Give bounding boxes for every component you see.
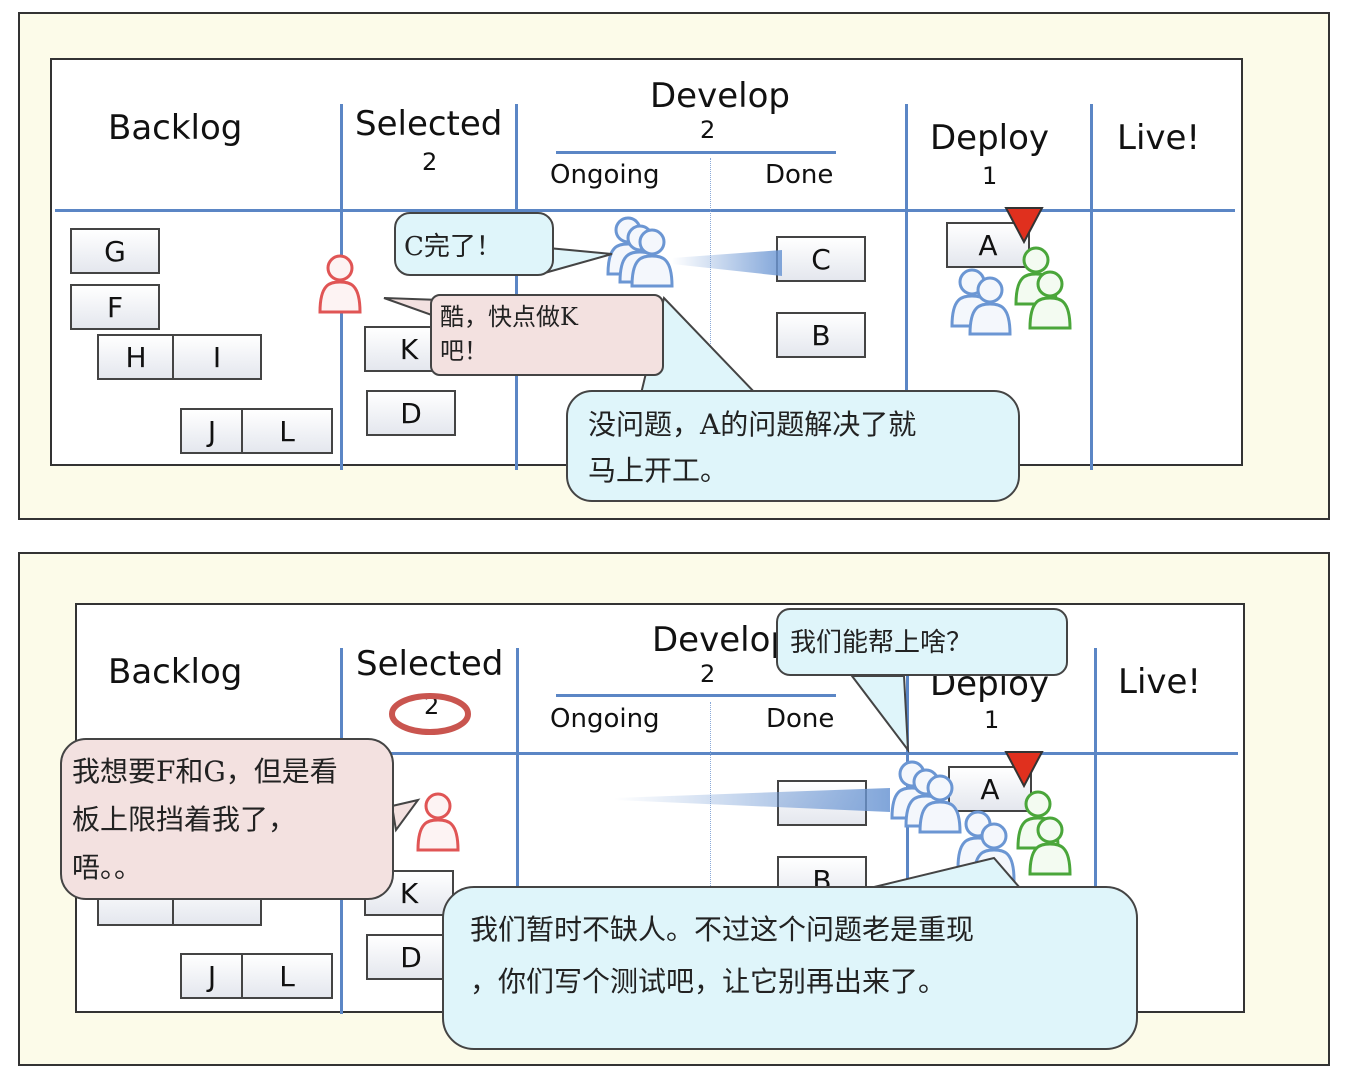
wip-limit-selected: 2: [422, 148, 438, 176]
speech-bubble-c-done: C完了！: [394, 212, 554, 276]
col-sub-done: Done: [766, 704, 835, 734]
board-1-header-divider: [55, 209, 1235, 212]
wip-limit-deploy: 1: [982, 162, 998, 190]
speech-bubble-no-problem: 没问题，A的问题解决了就 马上开工。: [566, 390, 1020, 502]
col-title-backlog: Backlog: [108, 652, 243, 692]
develop-underline: [556, 151, 836, 154]
col-title-live: Live!: [1118, 662, 1202, 702]
col-sub-ongoing: Ongoing: [550, 160, 660, 190]
card-l[interactable]: L: [241, 408, 333, 454]
card-a[interactable]: A: [948, 766, 1032, 812]
wip-limit-selected: 2: [424, 692, 440, 720]
card-l[interactable]: L: [241, 953, 333, 999]
col-sub-done: Done: [765, 160, 834, 190]
speech-bubble-do-k: 酷，快点做K 吧！: [430, 294, 664, 376]
card-h[interactable]: H: [97, 334, 175, 380]
col-title-live: Live!: [1117, 118, 1201, 158]
wip-limit-deploy: 1: [984, 706, 1000, 734]
col-divider: [1090, 104, 1093, 470]
card-d[interactable]: D: [366, 390, 456, 436]
col-title-deploy: Deploy: [930, 118, 1050, 158]
card-f[interactable]: F: [70, 284, 160, 330]
col-title-selected: Selected: [356, 644, 504, 684]
card-g[interactable]: G: [70, 228, 160, 274]
col-title-develop: Develop: [652, 620, 792, 660]
col-title-selected: Selected: [355, 104, 503, 144]
col-divider: [340, 104, 343, 470]
col-title-develop: Develop: [650, 76, 790, 116]
card-c[interactable]: C: [776, 236, 866, 282]
card-j[interactable]: J: [180, 408, 244, 454]
col-divider: [515, 104, 518, 470]
develop-underline: [556, 694, 836, 697]
card-b[interactable]: B: [776, 312, 866, 358]
card-c-partial[interactable]: [777, 780, 867, 826]
col-title-backlog: Backlog: [108, 108, 243, 148]
card-a[interactable]: A: [946, 222, 1030, 268]
card-i[interactable]: I: [172, 334, 262, 380]
speech-bubble-write-test: 我们暂时不缺人。不过这个问题老是重现 ，你们写个测试吧，让它别再出来了。: [442, 886, 1138, 1050]
col-sub-ongoing: Ongoing: [550, 704, 660, 734]
wip-limit-develop: 2: [700, 116, 716, 144]
speech-bubble-help: 我们能帮上啥？: [776, 608, 1068, 676]
speech-bubble-want-fg: 我想要F和G，但是看 板上限挡着我了， 唔。。: [60, 738, 394, 900]
wip-limit-develop: 2: [700, 660, 716, 688]
card-j[interactable]: J: [180, 953, 244, 999]
